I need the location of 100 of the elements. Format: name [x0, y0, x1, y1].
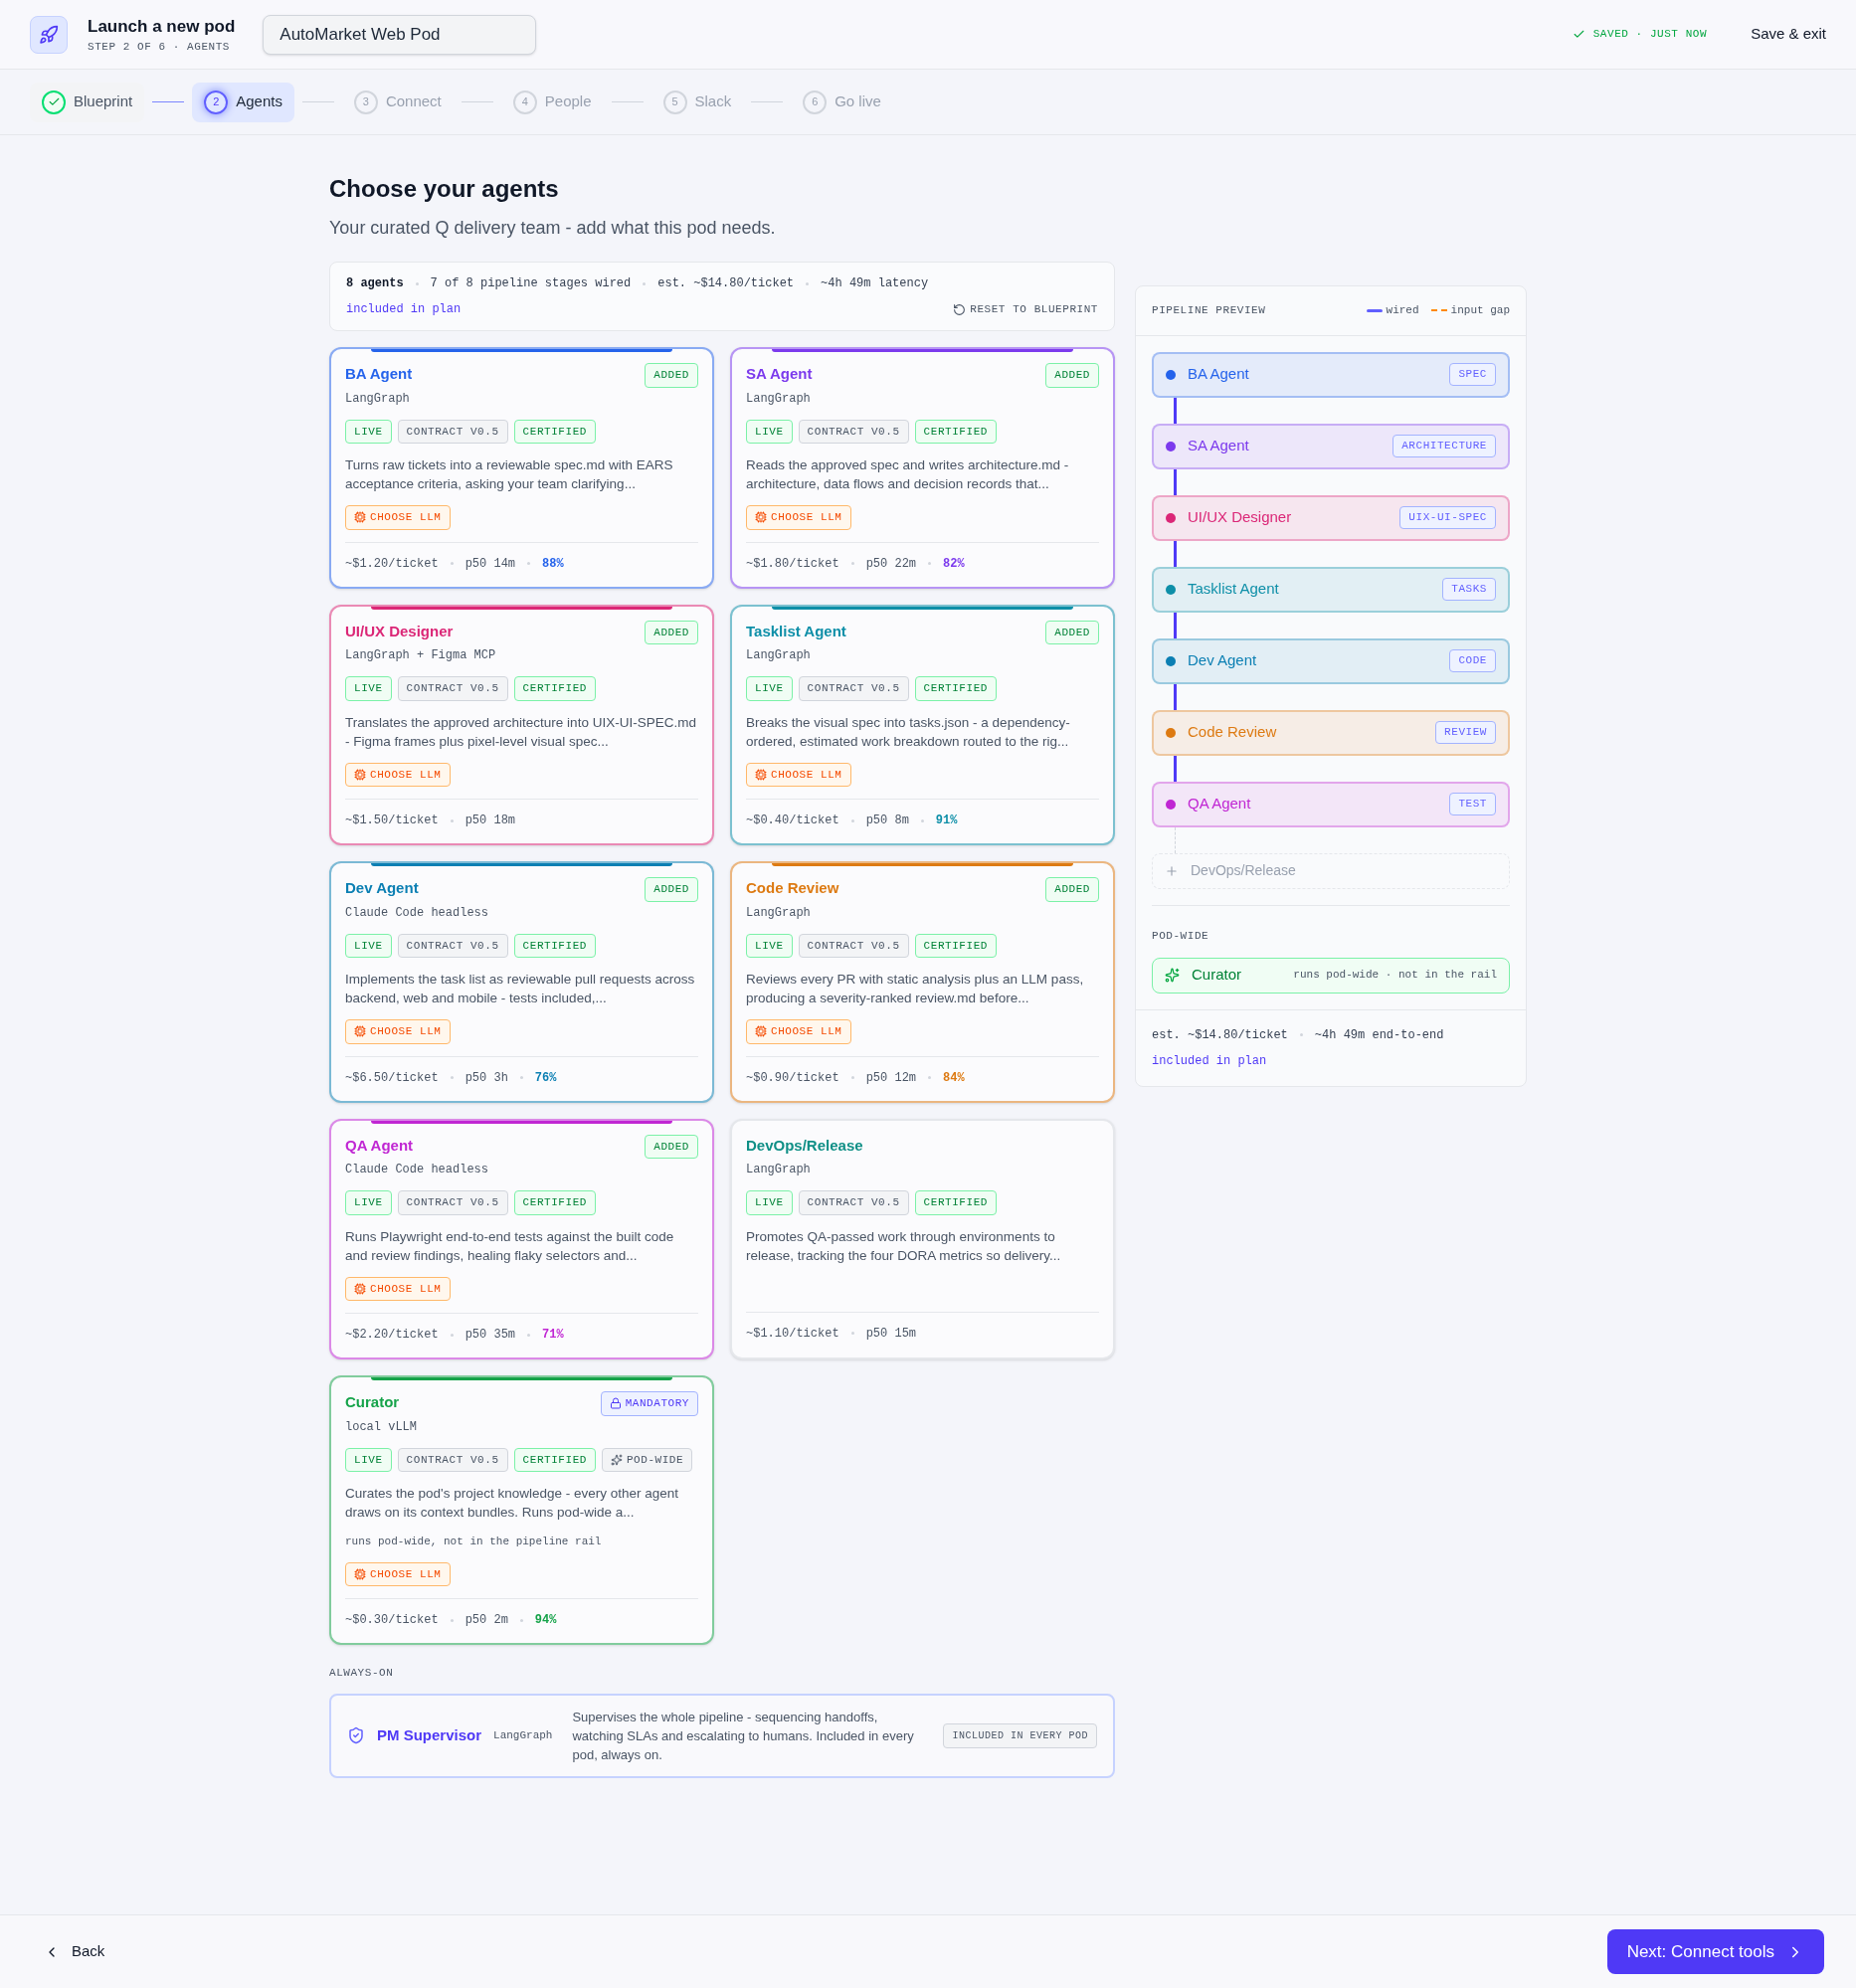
step-number: 5	[662, 90, 687, 114]
reset-button[interactable]: RESET TO BLUEPRINT	[953, 300, 1098, 318]
tag: POD-WIDE	[601, 1447, 693, 1472]
step-tab[interactable]: 2 Agents	[192, 82, 294, 122]
page-subtitle: Your curated Q delivery team - add what this pod needs.	[329, 217, 777, 240]
step-tab[interactable]: 4 People	[500, 82, 604, 122]
latency-p50: p50 15m	[865, 1325, 917, 1343]
choose-llm-button[interactable]: CHOOSE LLM	[345, 762, 451, 787]
pod-name-input[interactable]: AutoMarket Web Pod	[263, 14, 537, 55]
success-rate: 88%	[542, 555, 564, 573]
agent-card[interactable]: DevOps/Release LangGraph LIVE CONTRACT V0.5 CERTIFIED Promotes QA-passed work through environments to release, tracking the four DORA metrics so delivery... ~$1.10/ticket p50 15m	[730, 1118, 1115, 1359]
latency-p50: p50 3h	[464, 1069, 508, 1087]
choose-llm-button[interactable]: CHOOSE LLM	[746, 505, 851, 530]
save-exit-button[interactable]: Save & exit	[1751, 23, 1826, 46]
choose-llm-button[interactable]: CHOOSE LLM	[746, 1019, 851, 1044]
chip-icon	[755, 511, 767, 524]
agent-card[interactable]	[329, 861, 714, 1103]
agent-runtime: Claude Code headless	[345, 1162, 489, 1178]
agent-name: Dev Agent	[345, 878, 420, 898]
stage-name: BA Agent	[1188, 364, 1250, 385]
cost-per-ticket: ~$6.50/ticket	[345, 1069, 439, 1087]
plan-link[interactable]: included in plan	[346, 300, 462, 318]
step-tab[interactable]: 5 Slack	[650, 82, 744, 122]
pipeline-stage[interactable]: QA Agent TEST	[1152, 781, 1510, 827]
rocket-icon	[30, 15, 68, 54]
cost-per-ticket: ~$1.50/ticket	[345, 813, 439, 829]
added-badge: ADDED	[1045, 877, 1099, 902]
agent-card[interactable]	[329, 1375, 714, 1645]
step-tab[interactable]: 3 Connect	[341, 82, 454, 122]
pipeline-stage[interactable]: SA Agent ARCHITECTURE	[1152, 423, 1510, 469]
choose-llm-button[interactable]: CHOOSE LLM	[345, 505, 451, 530]
tag: LIVE	[345, 1447, 392, 1472]
tag: CONTRACT V0.5	[397, 419, 508, 444]
success-rate: 94%	[534, 1612, 557, 1629]
agent-card[interactable]	[329, 604, 714, 845]
pipeline-total: est. ~$14.80/ticket	[1152, 1026, 1288, 1044]
stage-name: Dev Agent	[1188, 650, 1258, 671]
agent-card[interactable]	[329, 1118, 714, 1359]
choose-llm-button[interactable]: CHOOSE LLM	[345, 1561, 451, 1586]
artifact-tag: TASKS	[1442, 578, 1496, 601]
added-badge: ADDED	[645, 620, 698, 644]
chip-icon	[755, 1025, 767, 1038]
agent-runtime: LangGraph + Figma MCP	[345, 647, 496, 664]
added-badge: ADDED	[1045, 363, 1099, 388]
agent-card[interactable]: Code Review LangGraph ADDED LIVE CONTRACT V0.5 CERTIFIED Reviews every PR with static analysis plus an LLM pass, producing a severity-ranked review.md before... CHOOSE LLM ~$0.90/ticket p50 12m 84%	[730, 861, 1115, 1103]
pipeline-stage[interactable]: BA Agent SPEC	[1152, 351, 1510, 398]
next-button[interactable]: Next: Connect tools	[1606, 1929, 1824, 1974]
summary-stat: ~4h 49m latency	[821, 275, 929, 292]
agent-runtime: LangGraph	[746, 904, 812, 922]
save-status: SAVED · JUST NOW	[1592, 27, 1708, 43]
agent-card[interactable]: BA Agent LangGraph ADDED LIVE CONTRACT V0.5 CERTIFIED Turns raw tickets into a reviewable spec.md with EARS acceptance criteria, asking your team clarifying... CHOOSE LLM ~$1.20/ticket p50 14m 88%	[329, 347, 714, 589]
pipeline-stage[interactable]: Tasklist Agent TASKS	[1152, 566, 1510, 613]
check-icon	[42, 90, 66, 114]
section-heading: POD-WIDE	[1152, 929, 1209, 942]
tag: CONTRACT V0.5	[397, 1447, 508, 1472]
cost-per-ticket: ~$1.20/ticket	[345, 555, 439, 573]
agent-description: Translates the approved architecture into UIX-UI-SPEC.md - Figma frames plus pixel-level visual spec...	[345, 713, 697, 751]
pipeline-stage[interactable]: Dev Agent CODE	[1152, 637, 1510, 684]
chip-icon	[354, 511, 366, 524]
latency-p50: p50 12m	[865, 1069, 917, 1087]
agent-description: Runs Playwright end-to-end tests against the built code and review findings, healing flaky selectors and...	[345, 1227, 675, 1265]
choose-llm-button[interactable]: CHOOSE LLM	[345, 1019, 451, 1044]
tag: LIVE	[345, 933, 392, 958]
latency-p50: p50 8m	[865, 813, 909, 829]
choose-llm-button[interactable]: CHOOSE LLM	[345, 1276, 451, 1301]
pipeline-total: ~4h 49m end-to-end	[1314, 1026, 1444, 1044]
pipeline-stage[interactable]: UI/UX Designer UIX-UI-SPEC	[1152, 494, 1510, 541]
stage-name: UI/UX Designer	[1188, 507, 1293, 528]
pod-wide-stage[interactable]: Curator runs pod-wide · not in the rail	[1152, 957, 1510, 994]
agent-runtime: LangGraph	[746, 390, 812, 408]
sparkle-icon	[610, 1453, 623, 1466]
step-tab[interactable]: Blueprint	[30, 82, 145, 122]
stage-note: runs pod-wide · not in the rail	[1293, 968, 1497, 984]
back-button[interactable]: Back	[44, 1940, 105, 1963]
tag: CONTRACT V0.5	[798, 419, 909, 444]
agent-description: Curates the pod's project knowledge - every other agent draws on its context bundles. Runs pod-wide a...	[345, 1485, 680, 1522]
pipeline-stage[interactable]: Code Review REVIEW	[1152, 709, 1510, 756]
agent-name: Tasklist Agent	[746, 621, 846, 641]
agent-card[interactable]	[730, 604, 1115, 845]
check-icon	[1572, 28, 1585, 41]
shield-icon	[347, 1726, 365, 1744]
agent-count: 8 agents	[346, 275, 404, 292]
step-number: 4	[512, 90, 537, 114]
latency-p50: p50 22m	[865, 555, 917, 573]
choose-llm-button[interactable]: CHOOSE LLM	[746, 762, 851, 787]
success-rate: 76%	[534, 1069, 557, 1087]
add-stage-slot[interactable]: DevOps/Release	[1152, 852, 1510, 889]
cost-per-ticket: ~$0.40/ticket	[746, 813, 839, 829]
legend-label: input gap	[1450, 303, 1510, 318]
plan-link[interactable]: included in plan	[1152, 1051, 1510, 1070]
agent-runtime: LangGraph	[345, 390, 411, 408]
agent-description: Turns raw tickets into a reviewable spec.md with EARS acceptance criteria, asking your team clarifying...	[345, 456, 674, 493]
tag: CERTIFIED	[914, 676, 997, 701]
step-number: 2	[204, 90, 229, 114]
lock-icon	[609, 1397, 622, 1410]
agent-runtime: LangGraph	[746, 647, 812, 664]
agent-note: runs pod-wide, not in the pipeline rail	[345, 1535, 603, 1549]
stage-name: SA Agent	[1188, 436, 1250, 456]
step-tab[interactable]: 6 Go live	[791, 82, 893, 122]
agent-card[interactable]: SA Agent LangGraph ADDED LIVE CONTRACT V0.5 CERTIFIED Reads the approved spec and writes architecture.md - architecture, data flows and decision records that... CHOOSE LLM ~$1.80/ticket p50 22m 82%	[730, 347, 1115, 589]
